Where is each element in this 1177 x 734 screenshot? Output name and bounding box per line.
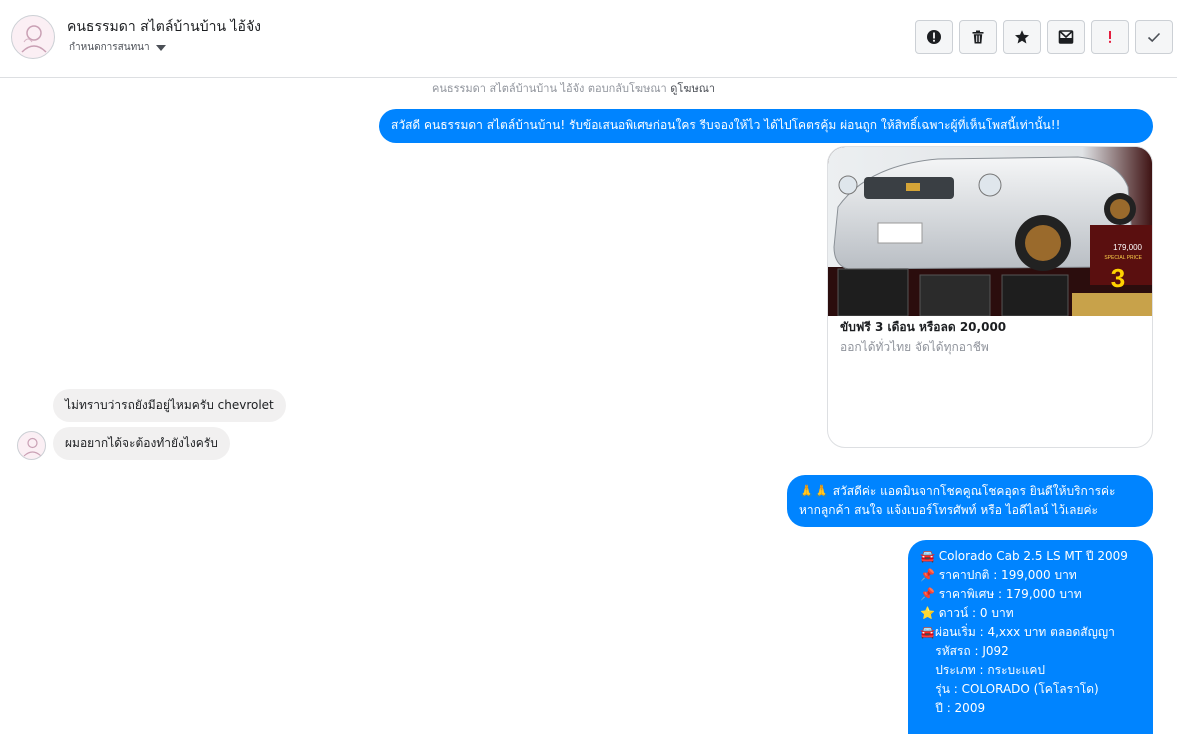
outgoing-message: 🙏🙏 สวัสดีค่ะ แอดมินจากโชคคูณโชคอุดร ยินด… bbox=[787, 475, 1153, 527]
message-thread: คนธรรมดา สไตล์บ้านบ้าน ไอ้จัง ตอบกลับโฆษ… bbox=[0, 78, 1177, 734]
ad-reply-note: คนธรรมดา สไตล์บ้านบ้าน ไอ้จัง ตอบกลับโฆษ… bbox=[432, 79, 715, 97]
incoming-message: ผมอยากได้จะต้องทำยังไงครับ bbox=[53, 427, 230, 460]
message-line: 🚘ผ่อนเริ่ม : 4,xxx บาท ตลอดสัญญา bbox=[920, 625, 1115, 639]
message-line: รหัสรถ : J092 bbox=[920, 644, 1009, 658]
message-line: 📌 ราคาพิเศษ : 179,000 บาท bbox=[920, 587, 1082, 601]
done-icon bbox=[1147, 32, 1161, 43]
spam-icon bbox=[1109, 31, 1111, 43]
outgoing-message: 🚘 Colorado Cab 2.5 LS MT ปี 2009 📌 ราคาป… bbox=[908, 540, 1153, 734]
star-icon bbox=[1015, 30, 1029, 44]
header-actions bbox=[915, 20, 1173, 54]
view-ad-link[interactable]: ดูโฆษณา bbox=[670, 82, 715, 95]
message-line: 🚘 Colorado Cab 2.5 LS MT ปี 2009 bbox=[920, 549, 1128, 563]
mark-unread-icon bbox=[1058, 30, 1074, 44]
ad-card-title: ขับฟรี 3 เดือน หรือลด 20,000 bbox=[840, 320, 1007, 334]
ad-reply-text: คนธรรมดา สไตล์บ้านบ้าน ไอ้จัง ตอบกลับโฆษ… bbox=[432, 82, 667, 95]
mark-unread-button[interactable] bbox=[1047, 20, 1085, 54]
done-button[interactable] bbox=[1135, 20, 1173, 54]
spam-button[interactable] bbox=[1091, 20, 1129, 54]
assign-label: กำหนดการสนทนา bbox=[69, 42, 150, 53]
outgoing-message: สวัสดี คนธรรมดา สไตล์บ้านบ้าน! รับข้อเสน… bbox=[379, 109, 1153, 143]
message-line: 📌 ราคาปกติ : 199,000 บาท bbox=[920, 568, 1077, 582]
delete-button[interactable] bbox=[959, 20, 997, 54]
ad-card[interactable]: 179,000 SPECIAL PRICE 3 ขับฟรี 3 เดือน ห… bbox=[827, 146, 1153, 448]
incoming-message: ไม่ทราบว่ารถยังมีอยู่ไหมครับ chevrolet bbox=[53, 389, 286, 422]
ad-image-badge: SPECIAL PRICE bbox=[1104, 255, 1142, 261]
page-avatar[interactable] bbox=[11, 15, 55, 59]
report-icon bbox=[927, 30, 941, 44]
ad-image-price: 179,000 bbox=[1113, 243, 1142, 252]
message-line: ประเภท : กระบะแคป bbox=[920, 663, 1045, 677]
chevron-down-icon bbox=[155, 44, 166, 51]
star-button[interactable] bbox=[1003, 20, 1041, 54]
message-line: หากลูกค้า สนใจ แจ้งเบอร์โทรศัพท์ หรือ ไอ… bbox=[799, 503, 1098, 517]
ad-card-image: 179,000 SPECIAL PRICE 3 bbox=[828, 147, 1152, 317]
assign-conversation-dropdown[interactable]: กำหนดการสนทนา bbox=[69, 40, 166, 55]
conversation-header: คนธรรมดา สไตล์บ้านบ้าน ไอ้จัง กำหนดการสน… bbox=[0, 0, 1177, 78]
customer-avatar[interactable] bbox=[17, 431, 46, 460]
message-line: ปี : 2009 bbox=[920, 701, 986, 715]
message-line: รุ่น : COLORADO (โคโลราโด) bbox=[920, 682, 1099, 696]
ad-card-subtitle: ออกได้ทั่วไทย จัดได้ทุกอาชีพ bbox=[840, 340, 989, 354]
trash-icon bbox=[972, 30, 984, 44]
ad-image-big-number: 3 bbox=[1111, 263, 1125, 293]
message-line: ⭐ ดาวน์ : 0 บาท bbox=[920, 606, 1014, 620]
report-button[interactable] bbox=[915, 20, 953, 54]
message-line: 🙏🙏 สวัสดีค่ะ แอดมินจากโชคคูณโชคอุดร ยินด… bbox=[799, 484, 1116, 498]
page-name: คนธรรมดา สไตล์บ้านบ้าน ไอ้จัง bbox=[67, 19, 261, 35]
